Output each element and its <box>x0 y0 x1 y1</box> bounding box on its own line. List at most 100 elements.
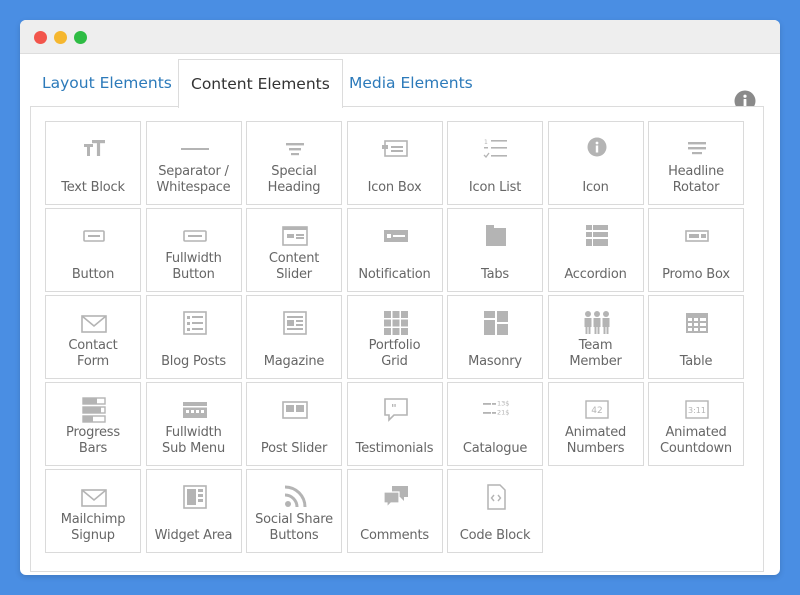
element-mailchimp-signup[interactable]: Mailchimp Signup <box>45 469 141 553</box>
element-fullwidth-button[interactable]: Fullwidth Button <box>145 208 242 292</box>
element-label: Table <box>679 354 713 369</box>
tabs-icon <box>482 222 510 250</box>
element-label: Separator / Whitespace <box>156 164 231 195</box>
element-label: Social Share Buttons <box>255 512 333 543</box>
element-catalogue[interactable]: 13$ 21$ Catalogue <box>447 382 543 466</box>
element-content-slider[interactable]: Content Slider <box>246 208 342 292</box>
accordion-icon <box>583 222 611 250</box>
element-team-member[interactable]: Team Member <box>547 295 644 379</box>
element-icon-box[interactable]: Icon Box <box>346 121 443 205</box>
minimize-window-button[interactable] <box>54 31 67 44</box>
element-label: Fullwidth Button <box>165 251 222 282</box>
svg-text:": " <box>391 402 397 415</box>
element-blog-posts[interactable]: Blog Posts <box>145 295 242 379</box>
text-block-icon <box>80 135 108 163</box>
element-separator-whitespace[interactable]: Separator / Whitespace <box>145 121 242 205</box>
element-testimonials[interactable]: " Testimonials <box>346 382 443 466</box>
element-table[interactable]: Table <box>648 295 744 379</box>
tab-media-elements[interactable]: Media Elements <box>337 59 485 107</box>
element-label: Progress Bars <box>66 425 120 456</box>
icon-box-icon <box>381 135 410 163</box>
element-comments[interactable]: Comments <box>346 469 443 553</box>
element-code-block[interactable]: Code Block <box>447 469 543 553</box>
element-headline-rotator[interactable]: Headline Rotator <box>648 121 744 205</box>
notification-icon <box>382 222 410 250</box>
element-label: Fullwidth Sub Menu <box>162 425 225 456</box>
animated-numbers-icon: 42 <box>583 396 611 424</box>
element-special-heading[interactable]: Special Heading <box>246 121 342 205</box>
info-circle-icon <box>583 135 611 163</box>
element-text-block[interactable]: Text Block <box>45 121 141 205</box>
svg-text:42: 42 <box>591 406 602 416</box>
element-label: Headline Rotator <box>668 164 724 195</box>
element-label: Promo Box <box>662 267 730 282</box>
tab-layout-elements[interactable]: Layout Elements <box>30 59 184 107</box>
element-label: Portfolio Grid <box>368 338 421 369</box>
element-label: Tabs <box>481 267 509 282</box>
icon-list-icon: 1 <box>482 135 510 163</box>
element-tabs: Layout Elements Content Elements Media E… <box>20 54 780 112</box>
special-heading-icon <box>281 135 309 163</box>
builder-window: Layout Elements Content Elements Media E… <box>20 20 780 575</box>
close-window-button[interactable] <box>34 31 47 44</box>
element-icon[interactable]: Icon <box>547 121 644 205</box>
envelope-icon <box>80 483 108 511</box>
team-member-icon <box>583 309 611 337</box>
element-portfolio-grid[interactable]: Portfolio Grid <box>346 295 443 379</box>
element-animated-countdown[interactable]: 3:11 Animated Countdown <box>648 382 744 466</box>
element-contact-form[interactable]: Contact Form <box>45 295 141 379</box>
svg-text:21$: 21$ <box>497 409 509 417</box>
separator-icon <box>180 135 209 163</box>
element-label: Icon List <box>468 180 522 195</box>
element-label: Content Slider <box>268 251 320 282</box>
element-label: Masonry <box>468 354 522 369</box>
promo-box-icon <box>683 222 711 250</box>
catalogue-icon: 13$ 21$ <box>482 396 510 424</box>
element-widget-area[interactable]: Widget Area <box>145 469 242 553</box>
animated-countdown-icon: 3:11 <box>683 396 711 424</box>
svg-text:13$: 13$ <box>497 400 509 408</box>
post-slider-icon <box>281 396 309 424</box>
content-slider-icon <box>281 222 309 250</box>
element-label: Button <box>71 267 115 282</box>
blog-posts-icon <box>181 309 209 337</box>
element-icon-list[interactable]: 1 Icon List <box>447 121 543 205</box>
element-label: Animated Numbers <box>564 425 627 456</box>
element-masonry[interactable]: Masonry <box>447 295 543 379</box>
table-icon <box>683 309 711 337</box>
content-elements-panel: Text Block Separator / Whitespace Special He… <box>30 106 764 572</box>
title-bar <box>20 20 780 54</box>
tab-content-elements[interactable]: Content Elements <box>178 59 343 108</box>
fullwidth-button-icon <box>181 222 209 250</box>
element-promo-box[interactable]: Promo Box <box>648 208 744 292</box>
element-magazine[interactable]: Magazine <box>246 295 342 379</box>
element-label: Testimonials <box>355 441 434 456</box>
portfolio-grid-icon <box>382 309 410 337</box>
element-label: Accordion <box>564 267 627 282</box>
code-block-icon <box>482 483 510 511</box>
sub-menu-icon <box>181 396 209 424</box>
element-notification[interactable]: Notification <box>346 208 443 292</box>
element-label: Post Slider <box>260 441 328 456</box>
element-animated-numbers[interactable]: 42 Animated Numbers <box>547 382 644 466</box>
element-progress-bars[interactable]: Progress Bars <box>45 382 141 466</box>
element-tabs[interactable]: Tabs <box>447 208 543 292</box>
element-post-slider[interactable]: Post Slider <box>246 382 342 466</box>
rss-icon <box>281 483 309 511</box>
svg-text:3:11: 3:11 <box>688 406 706 415</box>
element-label: Icon Box <box>367 180 422 195</box>
element-fullwidth-sub-menu[interactable]: Fullwidth Sub Menu <box>145 382 242 466</box>
element-label: Widget Area <box>154 528 233 543</box>
element-label: Catalogue <box>462 441 528 456</box>
element-label: Blog Posts <box>161 354 226 369</box>
maximize-window-button[interactable] <box>74 31 87 44</box>
element-social-share-buttons[interactable]: Social Share Buttons <box>246 469 342 553</box>
element-button[interactable]: Button <box>45 208 141 292</box>
button-icon <box>80 222 108 250</box>
element-label: Icon <box>582 180 609 195</box>
element-label: Notification <box>358 267 431 282</box>
element-label: Magazine <box>263 354 325 369</box>
element-label: Team Member <box>569 338 622 369</box>
testimonials-icon: " <box>382 396 410 424</box>
element-accordion[interactable]: Accordion <box>547 208 644 292</box>
